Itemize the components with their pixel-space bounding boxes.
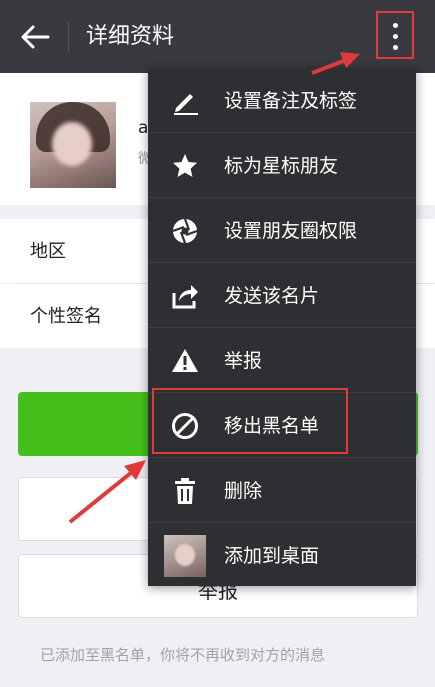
top-bar: 详细资料 [0,0,435,73]
popup-menu: 设置备注及标签 标为星标朋友 设置朋友圈权限 发送该名片 举报 移出黑名单 删除… [148,68,416,586]
menu-item-label: 发送该名片 [224,285,320,307]
topbar-divider [68,22,69,52]
menu-item-set-remark[interactable]: 设置备注及标签 [148,68,416,133]
region-label: 地区 [30,241,66,262]
menu-item-label: 标为星标朋友 [224,155,339,177]
back-arrow-icon[interactable] [18,22,52,52]
menu-item-label: 添加到桌面 [224,545,320,567]
trash-icon [175,478,195,504]
menu-item-delete[interactable]: 删除 [148,458,416,523]
signature-label: 个性签名 [30,306,102,327]
page-title: 详细资料 [86,24,175,49]
annotation-highlight-box [152,388,348,454]
menu-item-moments-permission[interactable]: 设置朋友圈权限 [148,198,416,263]
aperture-icon [172,218,198,244]
warning-icon [172,349,198,372]
avatar[interactable] [30,102,116,188]
menu-item-report[interactable]: 举报 [148,328,416,393]
menu-item-add-to-desktop[interactable]: 添加到桌面 [148,523,416,588]
pencil-icon [174,94,198,115]
annotation-highlight-box [376,11,414,59]
menu-item-send-card[interactable]: 发送该名片 [148,263,416,328]
menu-item-label: 设置备注及标签 [224,90,358,112]
menu-item-label: 举报 [224,350,263,372]
avatar-thumbnail [164,535,206,577]
menu-item-label: 删除 [224,480,263,502]
nickname: a [138,118,149,138]
blacklist-notice: 已添加至黑名单，你将不再收到对方的消息 [40,646,326,664]
menu-item-label: 设置朋友圈权限 [224,220,358,242]
star-icon [173,154,197,177]
share-icon [172,285,198,309]
menu-item-star-friend[interactable]: 标为星标朋友 [148,133,416,198]
